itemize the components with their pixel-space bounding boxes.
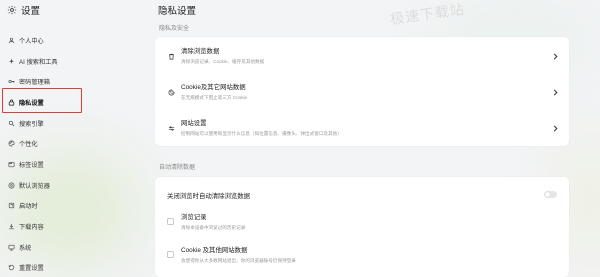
active-item-highlight (2, 88, 82, 113)
system-icon (7, 243, 15, 251)
sidebar-item-system[interactable]: 系统 (0, 237, 140, 258)
chevron-right-icon (552, 124, 558, 132)
sidebar-item-label: 标签设置 (19, 161, 44, 169)
history-checkbox[interactable] (167, 218, 174, 225)
row-title: Cookie及其它网站数据 (181, 84, 246, 91)
sidebar-item-reset[interactable]: 重置设置 (0, 258, 140, 277)
privacy-card: 清除浏览数据 清除浏览记录、Cookie、缓存及其他数据 Cookie及其它网站… (155, 37, 569, 146)
sidebar-item-label: 个性化 (19, 141, 38, 149)
clear-browsing-data-row[interactable]: 清除浏览数据 清除浏览记录、Cookie、缓存及其他数据 (155, 39, 569, 73)
sidebar-nav: 个人中心 AI 搜索和工具 密码管理箱 隐私设置 搜索引擎 个性化 标签设置 默… (0, 30, 140, 277)
settings-header: 设置 (7, 3, 40, 17)
section-label-privacy: 隐私及安全 (159, 26, 190, 32)
reset-icon (7, 264, 15, 272)
palette-icon (7, 140, 15, 148)
option-history-row[interactable]: 浏览记录 清除本设备中浏览过的历史记录 (155, 208, 569, 236)
sidebar-item-tabs[interactable]: 标签设置 (0, 154, 140, 175)
sidebar: 设置 个人中心 AI 搜索和工具 密码管理箱 隐私设置 搜索引擎 个性化 标签设… (0, 0, 140, 277)
option-cookies-row[interactable]: Cookie 及其他网站数据 会使得你从大多数网站退出，你的浏览器账号仍保持登录 (155, 241, 569, 269)
auto-clear-toggle[interactable] (544, 191, 557, 198)
row-description: 控制网站可以使用和显示什么信息（如位置信息、摄像头、弹出式窗口及其他） (181, 131, 342, 136)
sliders-icon (167, 124, 175, 132)
sidebar-item-ai-search[interactable]: AI 搜索和工具 (0, 51, 140, 72)
sidebar-item-startup[interactable]: 启动时 (0, 196, 140, 217)
row-title: 清除浏览数据 (181, 48, 220, 55)
row-title: 网站设置 (181, 120, 207, 127)
page-title: 隐私设置 (158, 6, 197, 17)
option-title: Cookie 及其他网站数据 (181, 247, 248, 254)
sidebar-item-default-browser[interactable]: 默认浏览器 (0, 175, 140, 196)
user-icon (7, 36, 15, 44)
sidebar-item-label: 搜索引擎 (19, 120, 44, 128)
sidebar-item-label: 系统 (19, 244, 32, 252)
cookie-icon (167, 88, 175, 96)
sidebar-item-downloads[interactable]: 下载内容 (0, 216, 140, 237)
search-icon (7, 119, 15, 127)
sparkle-icon (7, 57, 15, 65)
key-icon (7, 78, 15, 86)
sidebar-item-label: 重置设置 (19, 265, 44, 273)
auto-clear-toggle-label: 关闭浏览时自动清除浏览数据 (167, 193, 251, 200)
section-label-auto-clear: 自动清除数据 (159, 165, 196, 171)
option-description: 会使得你从大多数网站退出，你的浏览器账号仍保持登录 (181, 258, 296, 263)
sidebar-item-label: AI 搜索和工具 (19, 58, 58, 66)
cookies-checkbox[interactable] (167, 251, 174, 258)
tab-icon (7, 160, 15, 168)
sidebar-item-search-engine[interactable]: 搜索引擎 (0, 113, 140, 134)
sidebar-item-label: 启动时 (19, 203, 38, 211)
site-settings-row[interactable]: 网站设置 控制网站可以使用和显示什么信息（如位置信息、摄像头、弹出式窗口及其他） (155, 111, 569, 145)
power-icon (7, 202, 15, 210)
sidebar-item-label: 个人中心 (19, 37, 44, 45)
settings-gear-icon (7, 5, 17, 15)
sidebar-item-label: 密码管理箱 (19, 79, 50, 87)
sidebar-item-label: 默认浏览器 (19, 182, 50, 190)
browser-icon (7, 181, 15, 189)
trash-icon (167, 52, 175, 60)
settings-title: 设置 (21, 6, 41, 17)
sidebar-item-profile[interactable]: 个人中心 (0, 30, 140, 51)
main-content: 隐私设置 隐私及安全 清除浏览数据 清除浏览记录、Cookie、缓存及其他数据 … (155, 0, 575, 277)
cookie-row[interactable]: Cookie及其它网站数据 在无痕模式下阻止第三方 Cookie (155, 75, 569, 109)
row-description: 清除浏览记录、Cookie、缓存及其他数据 (181, 59, 265, 64)
option-title: 浏览记录 (181, 214, 207, 221)
auto-clear-card: 关闭浏览时自动清除浏览数据 浏览记录 清除本设备中浏览过的历史记录 Cookie… (155, 177, 569, 277)
row-description: 在无痕模式下阻止第三方 Cookie (181, 95, 248, 100)
chevron-right-icon (552, 88, 558, 96)
sidebar-item-label: 下载内容 (19, 224, 44, 232)
chevron-right-icon (552, 52, 558, 60)
option-description: 清除本设备中浏览过的历史记录 (181, 225, 246, 230)
sidebar-item-personalize[interactable]: 个性化 (0, 133, 140, 154)
auto-clear-toggle-row: 关闭浏览时自动清除浏览数据 (155, 183, 569, 205)
download-icon (7, 223, 15, 231)
